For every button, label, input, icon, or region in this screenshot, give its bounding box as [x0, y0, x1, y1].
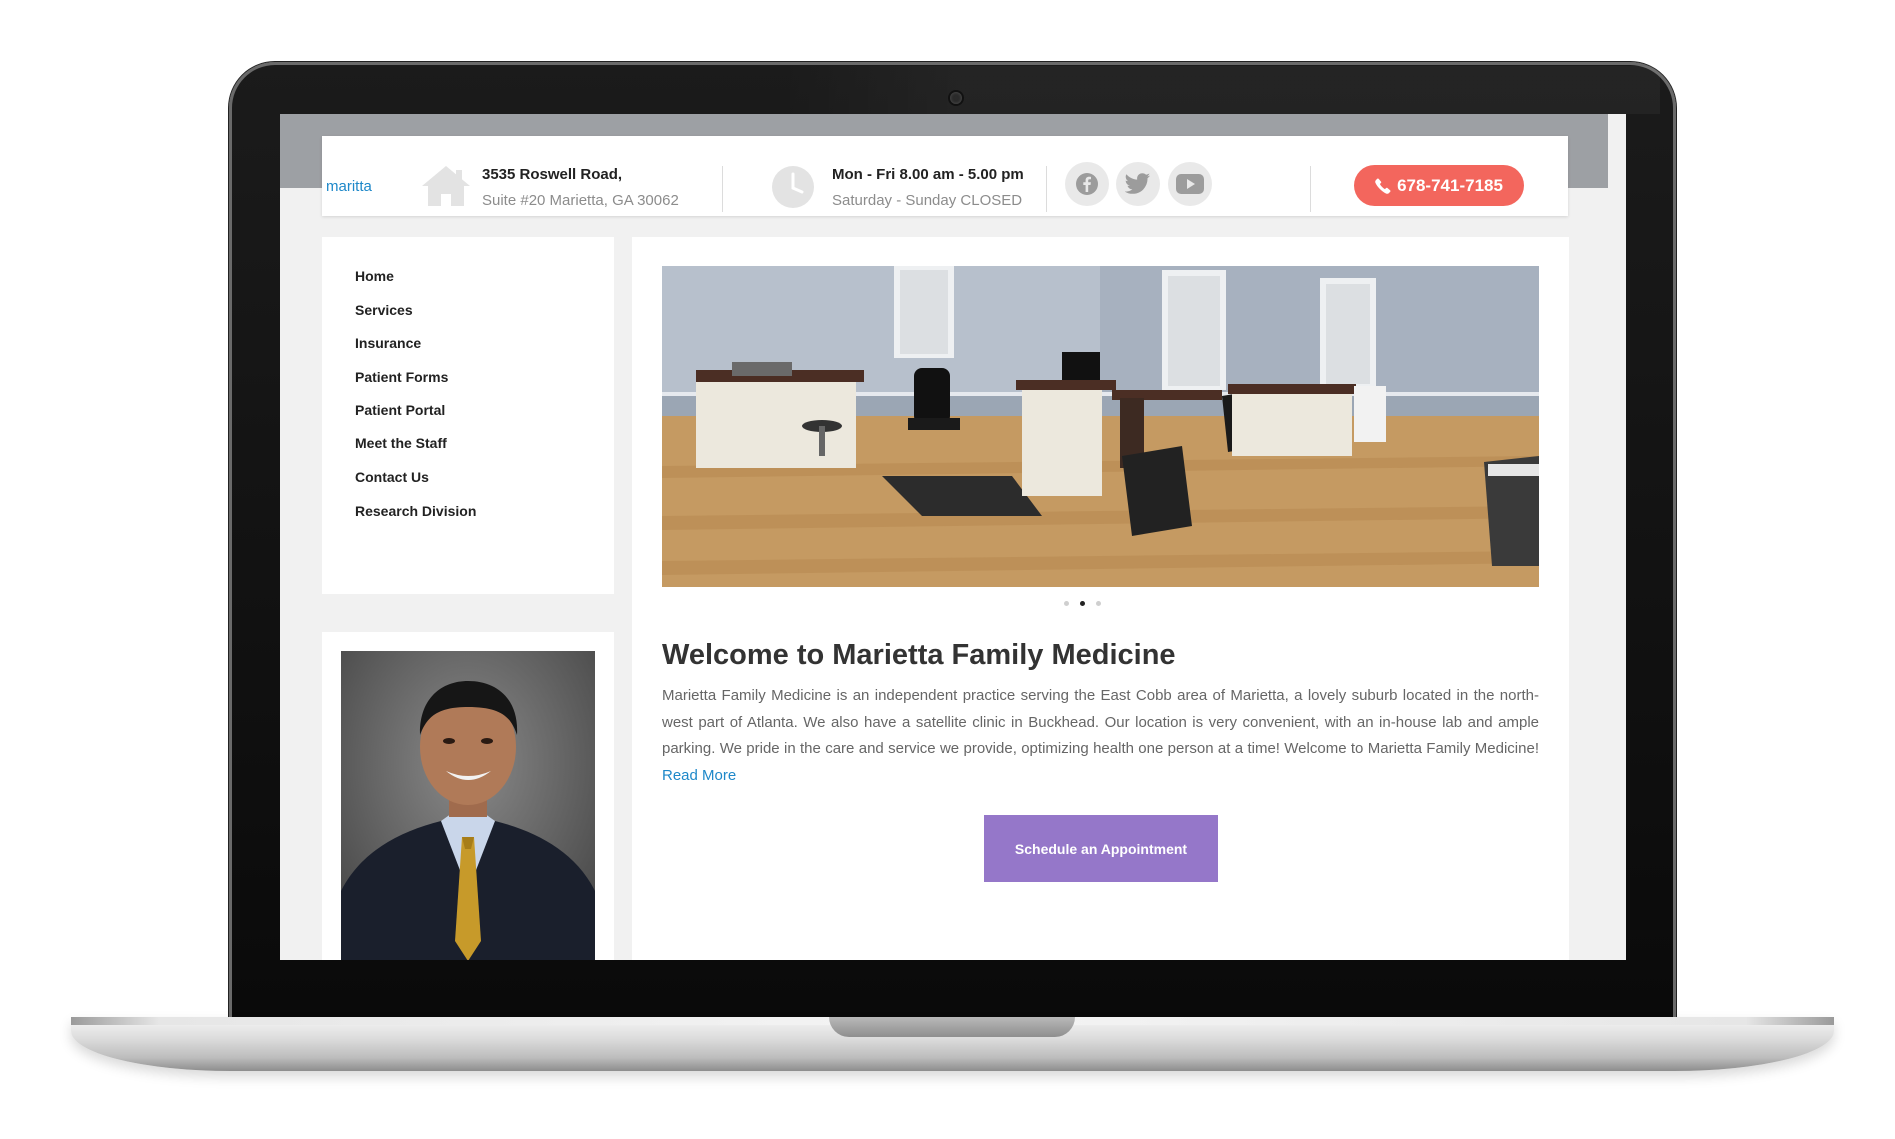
nav-research-division[interactable]: Research Division	[355, 503, 476, 519]
doctor-photo-card	[322, 632, 614, 960]
facebook-icon	[1076, 173, 1098, 195]
nav-patient-forms[interactable]: Patient Forms	[355, 369, 448, 385]
main-content: Welcome to Marietta Family Medicine Mari…	[632, 237, 1569, 960]
slider-dot-active[interactable]	[1080, 601, 1085, 606]
laptop-base-notch	[829, 1017, 1075, 1037]
nav-services[interactable]: Services	[355, 302, 413, 318]
doctor-portrait-image	[341, 651, 595, 960]
address-line-2: Suite #20 Marietta, GA 30062	[482, 192, 679, 209]
phone-number: 678-741-7185	[1397, 175, 1503, 195]
facebook-link[interactable]	[1065, 162, 1109, 206]
bezel-glare	[780, 66, 1660, 114]
youtube-link[interactable]	[1168, 162, 1212, 206]
welcome-heading: Welcome to Marietta Family Medicine	[662, 639, 1176, 671]
nav-insurance[interactable]: Insurance	[355, 335, 421, 351]
twitter-icon	[1125, 173, 1150, 194]
home-address-icon	[422, 166, 470, 206]
nav-home[interactable]: Home	[355, 268, 394, 284]
office-hours-weekday: Mon - Fri 8.00 am - 5.00 pm	[832, 166, 1024, 183]
sidebar-nav: Home Services Insurance Patient Forms Pa…	[322, 237, 614, 594]
header-divider	[1046, 166, 1047, 212]
browser-viewport: maritta 3535 Roswell Road, Suite #20 Mar…	[280, 114, 1626, 960]
schedule-appointment-button[interactable]: Schedule an Appointment	[984, 815, 1218, 882]
webcam	[950, 92, 962, 104]
intro-paragraph: Marietta Family Medicine is an independe…	[662, 683, 1539, 789]
site-logo[interactable]: maritta	[326, 178, 372, 195]
slider-dot[interactable]	[1096, 601, 1101, 606]
nav-contact-us[interactable]: Contact Us	[355, 469, 429, 485]
call-phone-button[interactable]: 678-741-7185	[1354, 165, 1524, 206]
office-slide-image	[662, 266, 1539, 587]
slider-pagination	[1064, 601, 1101, 606]
header-divider	[722, 166, 723, 212]
youtube-icon	[1176, 174, 1204, 194]
header-divider	[1310, 166, 1311, 212]
nav-meet-the-staff[interactable]: Meet the Staff	[355, 435, 447, 451]
read-more-link[interactable]: Read More	[662, 767, 736, 784]
clock-icon	[772, 166, 814, 208]
slider-dot[interactable]	[1064, 601, 1069, 606]
nav-patient-portal[interactable]: Patient Portal	[355, 402, 445, 418]
phone-icon	[1375, 178, 1391, 194]
office-hours-weekend: Saturday - Sunday CLOSED	[832, 192, 1023, 209]
top-info-bar: maritta 3535 Roswell Road, Suite #20 Mar…	[322, 136, 1568, 216]
office-photo-slider[interactable]	[662, 266, 1539, 587]
intro-text: Marietta Family Medicine is an independe…	[662, 687, 1539, 757]
address-line-1: 3535 Roswell Road,	[482, 166, 623, 183]
twitter-link[interactable]	[1116, 162, 1160, 206]
